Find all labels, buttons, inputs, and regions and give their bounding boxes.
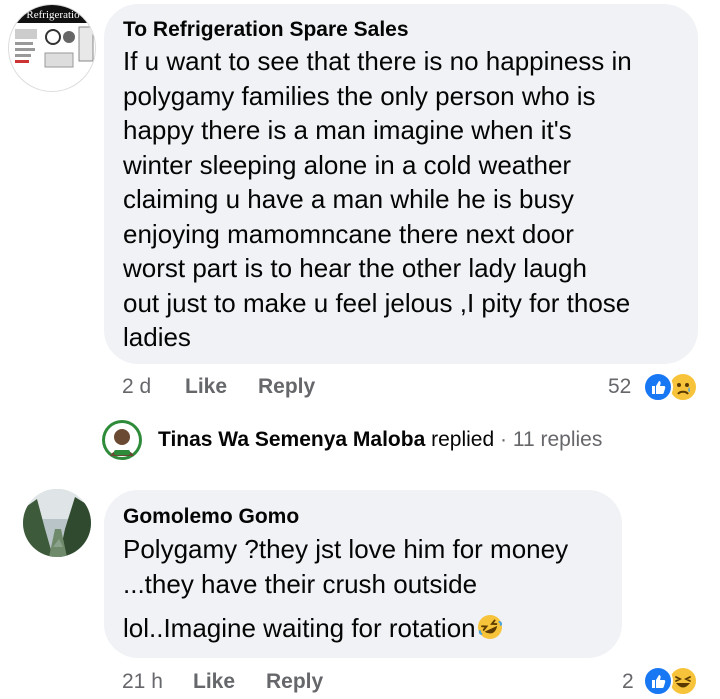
view-replies-link[interactable]: Tinas Wa Semenya Maloba replied · 11 rep… <box>158 428 602 452</box>
like-icon <box>643 666 673 696</box>
avatar-tinas-wa-semenya-maloba[interactable] <box>102 420 142 460</box>
comment-timestamp[interactable]: 21 h <box>122 670 163 694</box>
avatar-refrigeration-spare-sales[interactable]: Refrigeratio <box>8 4 96 92</box>
avatar-gomolemo-gomo[interactable] <box>23 489 91 557</box>
comment-line: happy there is a man imagine when it's <box>123 115 572 145</box>
comment-author[interactable]: To Refrigeration Spare Sales <box>123 18 409 42</box>
comment-line: winter sleeping alone in a cold weather <box>123 149 572 180</box>
like-button[interactable]: Like <box>185 375 227 399</box>
profile-photo-icon <box>105 423 139 457</box>
reaction-count[interactable]: 2 <box>622 670 634 694</box>
comment-text: Polygamy ?they jst love him for money ..… <box>123 532 618 646</box>
comment-line: enjoying mamomncane there next door <box>123 218 574 249</box>
comment-line: out just to make u feel jelous ,I pity f… <box>123 287 631 318</box>
reply-button[interactable]: Reply <box>258 375 315 399</box>
comment-line: lol..Imagine waiting for rotation <box>123 611 618 646</box>
comment-line: claiming u have a man while he is busy <box>123 184 574 214</box>
comment-line: ladies <box>123 322 191 352</box>
replier-name[interactable]: Tinas Wa Semenya Maloba <box>158 428 425 451</box>
refrigeration-logo-icon: Refrigeratio <box>9 5 95 68</box>
comment-line: polygamy families the only person who is <box>123 80 596 111</box>
reply-button[interactable]: Reply <box>266 670 323 694</box>
comment-line-text: lol..Imagine waiting for rotation <box>123 613 476 643</box>
rolling-on-floor-laughing-icon <box>476 613 504 641</box>
like-icon <box>643 372 673 402</box>
comment-line: Polygamy ?they jst love him for money <box>123 534 569 564</box>
landscape-photo-icon <box>23 489 91 557</box>
comment-line: If u want to see that there is no happin… <box>123 46 632 76</box>
replies-count[interactable]: 11 replies <box>513 428 603 451</box>
comment-author[interactable]: Gomolemo Gomo <box>123 505 299 529</box>
comment-timestamp[interactable]: 2 d <box>122 375 151 399</box>
comment-text: If u want to see that there is no happin… <box>123 44 693 355</box>
separator: · <box>500 428 507 451</box>
reaction-count[interactable]: 52 <box>608 375 631 399</box>
svg-text:Refrigeratio: Refrigeratio <box>26 9 80 21</box>
like-button[interactable]: Like <box>193 670 235 694</box>
comment-line: ...they have their crush outside <box>123 568 478 599</box>
replied-label: replied <box>431 428 495 451</box>
comment-line: worst part is to hear the other lady lau… <box>123 253 587 283</box>
